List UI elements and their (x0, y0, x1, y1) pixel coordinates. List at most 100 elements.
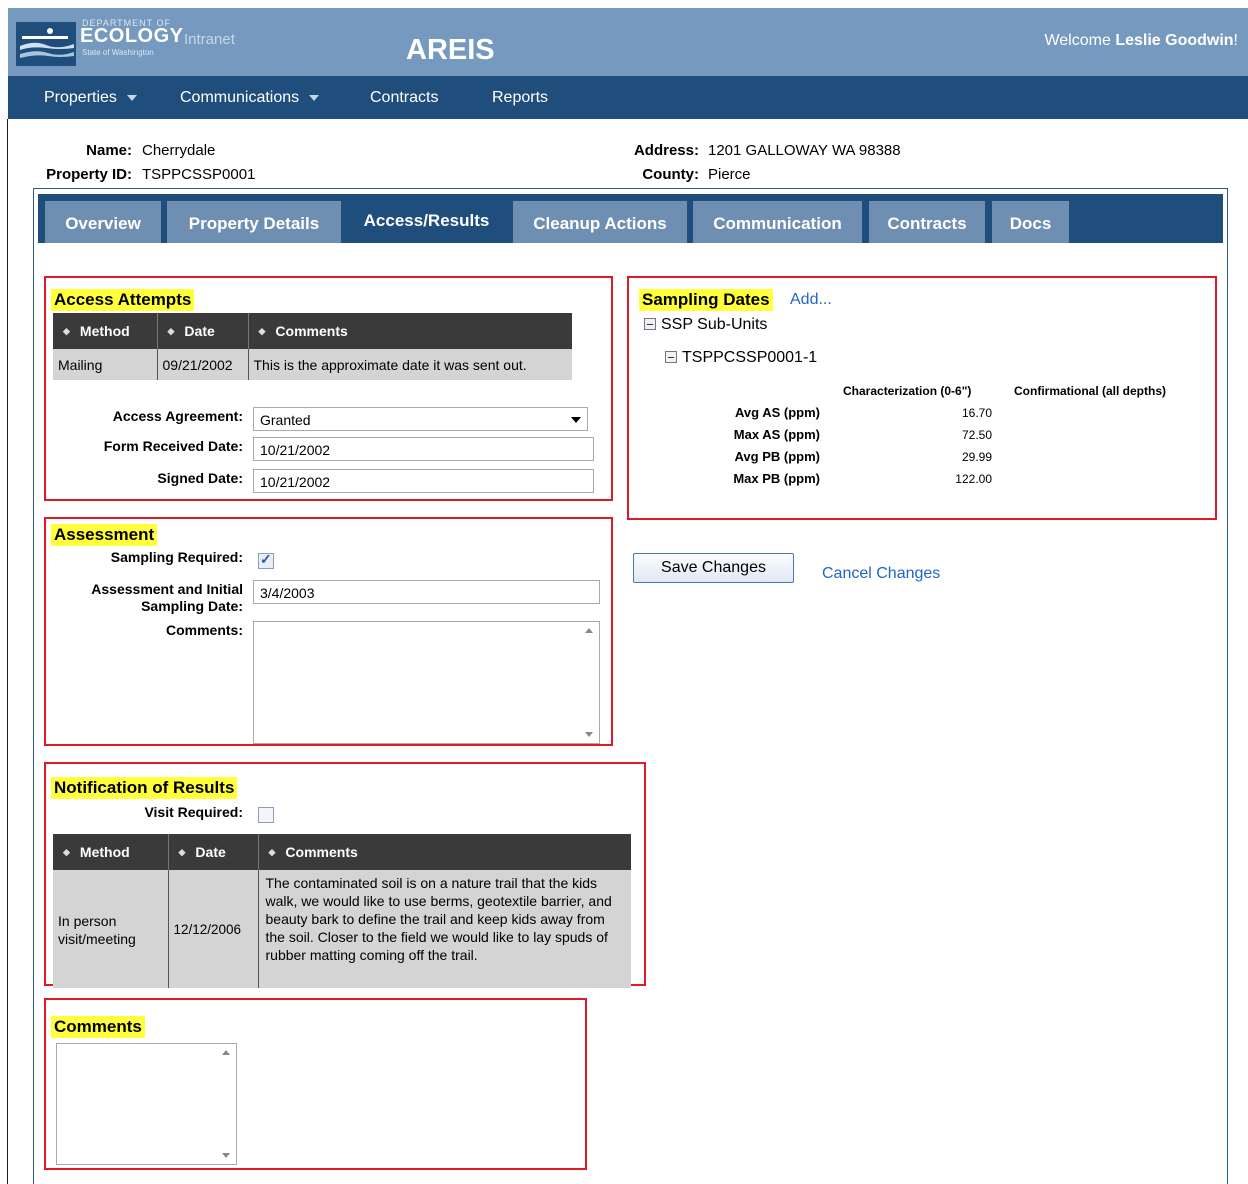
notification-table: ◆ Method ◆ Date ◆ Comments In person visit/… (53, 834, 631, 988)
col-comments-header[interactable]: ◆ Comments (257, 834, 631, 870)
logo-intranet-text: Intranet (184, 31, 235, 48)
sort-icon: ◆ (268, 847, 276, 857)
nav-properties-label: Properties (44, 89, 117, 106)
access-attempts-title: Access Attempts (51, 289, 195, 311)
form-received-date-input[interactable]: 10/21/2002 (253, 437, 594, 461)
access-agreement-label: Access Agreement: (112, 408, 243, 424)
scroll-down-icon (222, 1153, 230, 1158)
main-nav: Properties Communications Contracts Repo… (8, 76, 1248, 119)
checkmark-icon: ✓ (260, 551, 272, 567)
nav-reports[interactable]: Reports (492, 89, 548, 107)
chevron-down-icon (126, 94, 137, 101)
tab-communication[interactable]: Communication (693, 201, 862, 243)
comments-title: Comments (51, 1016, 145, 1038)
sampling-required-checkbox[interactable]: ✓ (258, 551, 274, 569)
tab-overview[interactable]: Overview (45, 201, 161, 243)
washington-state-icon (16, 22, 76, 66)
assessment-date-label-line2: Sampling Date: (141, 598, 243, 614)
collapse-icon[interactable] (665, 351, 677, 363)
signed-date-input[interactable]: 10/21/2002 (253, 469, 594, 493)
sort-icon: ◆ (178, 847, 186, 857)
tree-node-sub-unit[interactable]: TSPPCSSP0001-1 (682, 349, 817, 367)
county-value: Pierce (708, 166, 751, 183)
assessment-date-label-line1: Assessment and Initial (91, 581, 243, 597)
assessment-title: Assessment (51, 524, 158, 546)
sort-icon: ◆ (63, 847, 70, 857)
stat-value: 16.70 (961, 406, 992, 420)
cell-method: Mailing (53, 349, 157, 380)
stat-label: Max AS (ppm) (733, 427, 820, 442)
access-agreement-value: Granted (260, 412, 311, 428)
app-header: DEPARTMENT OF ECOLOGY Intranet State of … (8, 8, 1248, 76)
col-date-header[interactable]: ◆ Date (167, 834, 258, 870)
nav-communications-label: Communications (180, 89, 300, 106)
col-date-header[interactable]: ◆ Date (156, 313, 248, 349)
stat-value: 29.99 (961, 450, 992, 464)
stat-label: Avg AS (ppm) (735, 405, 820, 420)
notification-title: Notification of Results (51, 777, 238, 799)
assessment-comments-label: Comments: (165, 622, 243, 638)
table-row[interactable]: Mailing 09/21/2002 This is the approxima… (53, 349, 572, 380)
nav-communications[interactable]: Communications (180, 89, 320, 107)
col-method-header[interactable]: ◆ Method (53, 834, 168, 870)
form-received-label: Form Received Date: (103, 438, 243, 454)
property-id-label: Property ID: (46, 166, 132, 183)
col-method-header[interactable]: ◆ Method (53, 313, 157, 349)
tab-contracts[interactable]: Contracts (869, 201, 985, 243)
visit-required-checkbox[interactable] (258, 807, 274, 823)
save-changes-button[interactable]: Save Changes (633, 553, 794, 583)
page-left-border (7, 119, 8, 1184)
address-value: 1201 GALLOWAY WA 98388 (708, 142, 901, 159)
add-sampling-date-link[interactable]: Add... (790, 291, 832, 309)
nav-contracts[interactable]: Contracts (370, 89, 438, 107)
access-attempts-table: ◆ Method ◆ Date ◆ Comments Mailing 09/21/20… (53, 313, 572, 380)
ecology-logo[interactable]: DEPARTMENT OF ECOLOGY Intranet State of … (16, 18, 256, 68)
sort-icon: ◆ (167, 326, 175, 336)
cell-date: 09/21/2002 (156, 349, 248, 380)
address-label: Address: (633, 142, 699, 159)
assessment-date-label: Assessment and Initial Sampling Date: (60, 581, 243, 615)
cell-method: In person visit/meeting (53, 870, 168, 988)
stat-value: 122.00 (955, 472, 992, 486)
signed-date-label: Signed Date: (157, 470, 243, 486)
scroll-up-icon (585, 628, 593, 633)
tab-property-details[interactable]: Property Details (167, 201, 341, 243)
visit-required-label: Visit Required: (144, 804, 243, 820)
access-agreement-select[interactable]: Granted (253, 407, 588, 431)
app-title: AREIS (406, 34, 495, 66)
property-name-value: Cherrydale (142, 142, 216, 159)
county-label: County: (642, 166, 699, 183)
tab-cleanup-actions[interactable]: Cleanup Actions (513, 201, 687, 243)
cell-comments: The contaminated soil is on a nature tra… (257, 870, 631, 988)
assessment-comments-textarea[interactable] (253, 621, 600, 744)
characterization-header: Characterization (0-6") (843, 384, 972, 398)
assessment-date-input[interactable]: 3/4/2003 (253, 580, 600, 604)
welcome-suffix: ! (1233, 32, 1238, 49)
logo-state-text: State of Washington (82, 48, 154, 57)
stat-value: 72.50 (961, 428, 992, 442)
tab-access-results[interactable]: Access/Results (347, 198, 506, 243)
scroll-down-icon (585, 732, 593, 737)
sort-icon: ◆ (258, 326, 266, 336)
tab-docs[interactable]: Docs (992, 201, 1069, 243)
user-name[interactable]: Leslie Goodwin (1115, 32, 1233, 49)
comments-textarea[interactable] (56, 1043, 237, 1165)
welcome-prefix: Welcome (1044, 32, 1116, 49)
chevron-down-icon (309, 94, 320, 101)
property-name-label: Name: (86, 142, 132, 159)
sampling-dates-title: Sampling Dates (639, 289, 773, 311)
property-id-value: TSPPCSSP0001 (142, 166, 256, 183)
collapse-icon[interactable] (644, 318, 656, 330)
nav-properties[interactable]: Properties (44, 89, 137, 107)
scroll-up-icon (222, 1050, 230, 1055)
sort-icon: ◆ (63, 326, 70, 336)
scrollbar[interactable] (581, 622, 599, 743)
table-row[interactable]: In person visit/meeting 12/12/2006 The c… (53, 870, 631, 988)
welcome-message: Welcome Leslie Goodwin! (1044, 32, 1238, 50)
col-comments-header[interactable]: ◆ Comments (247, 313, 572, 349)
logo-name-text: ECOLOGY (80, 25, 184, 47)
tree-node-ssp-sub-units[interactable]: SSP Sub-Units (661, 316, 767, 334)
scrollbar[interactable] (218, 1044, 236, 1164)
cancel-changes-link[interactable]: Cancel Changes (822, 565, 940, 583)
cell-date: 12/12/2006 (167, 870, 258, 988)
